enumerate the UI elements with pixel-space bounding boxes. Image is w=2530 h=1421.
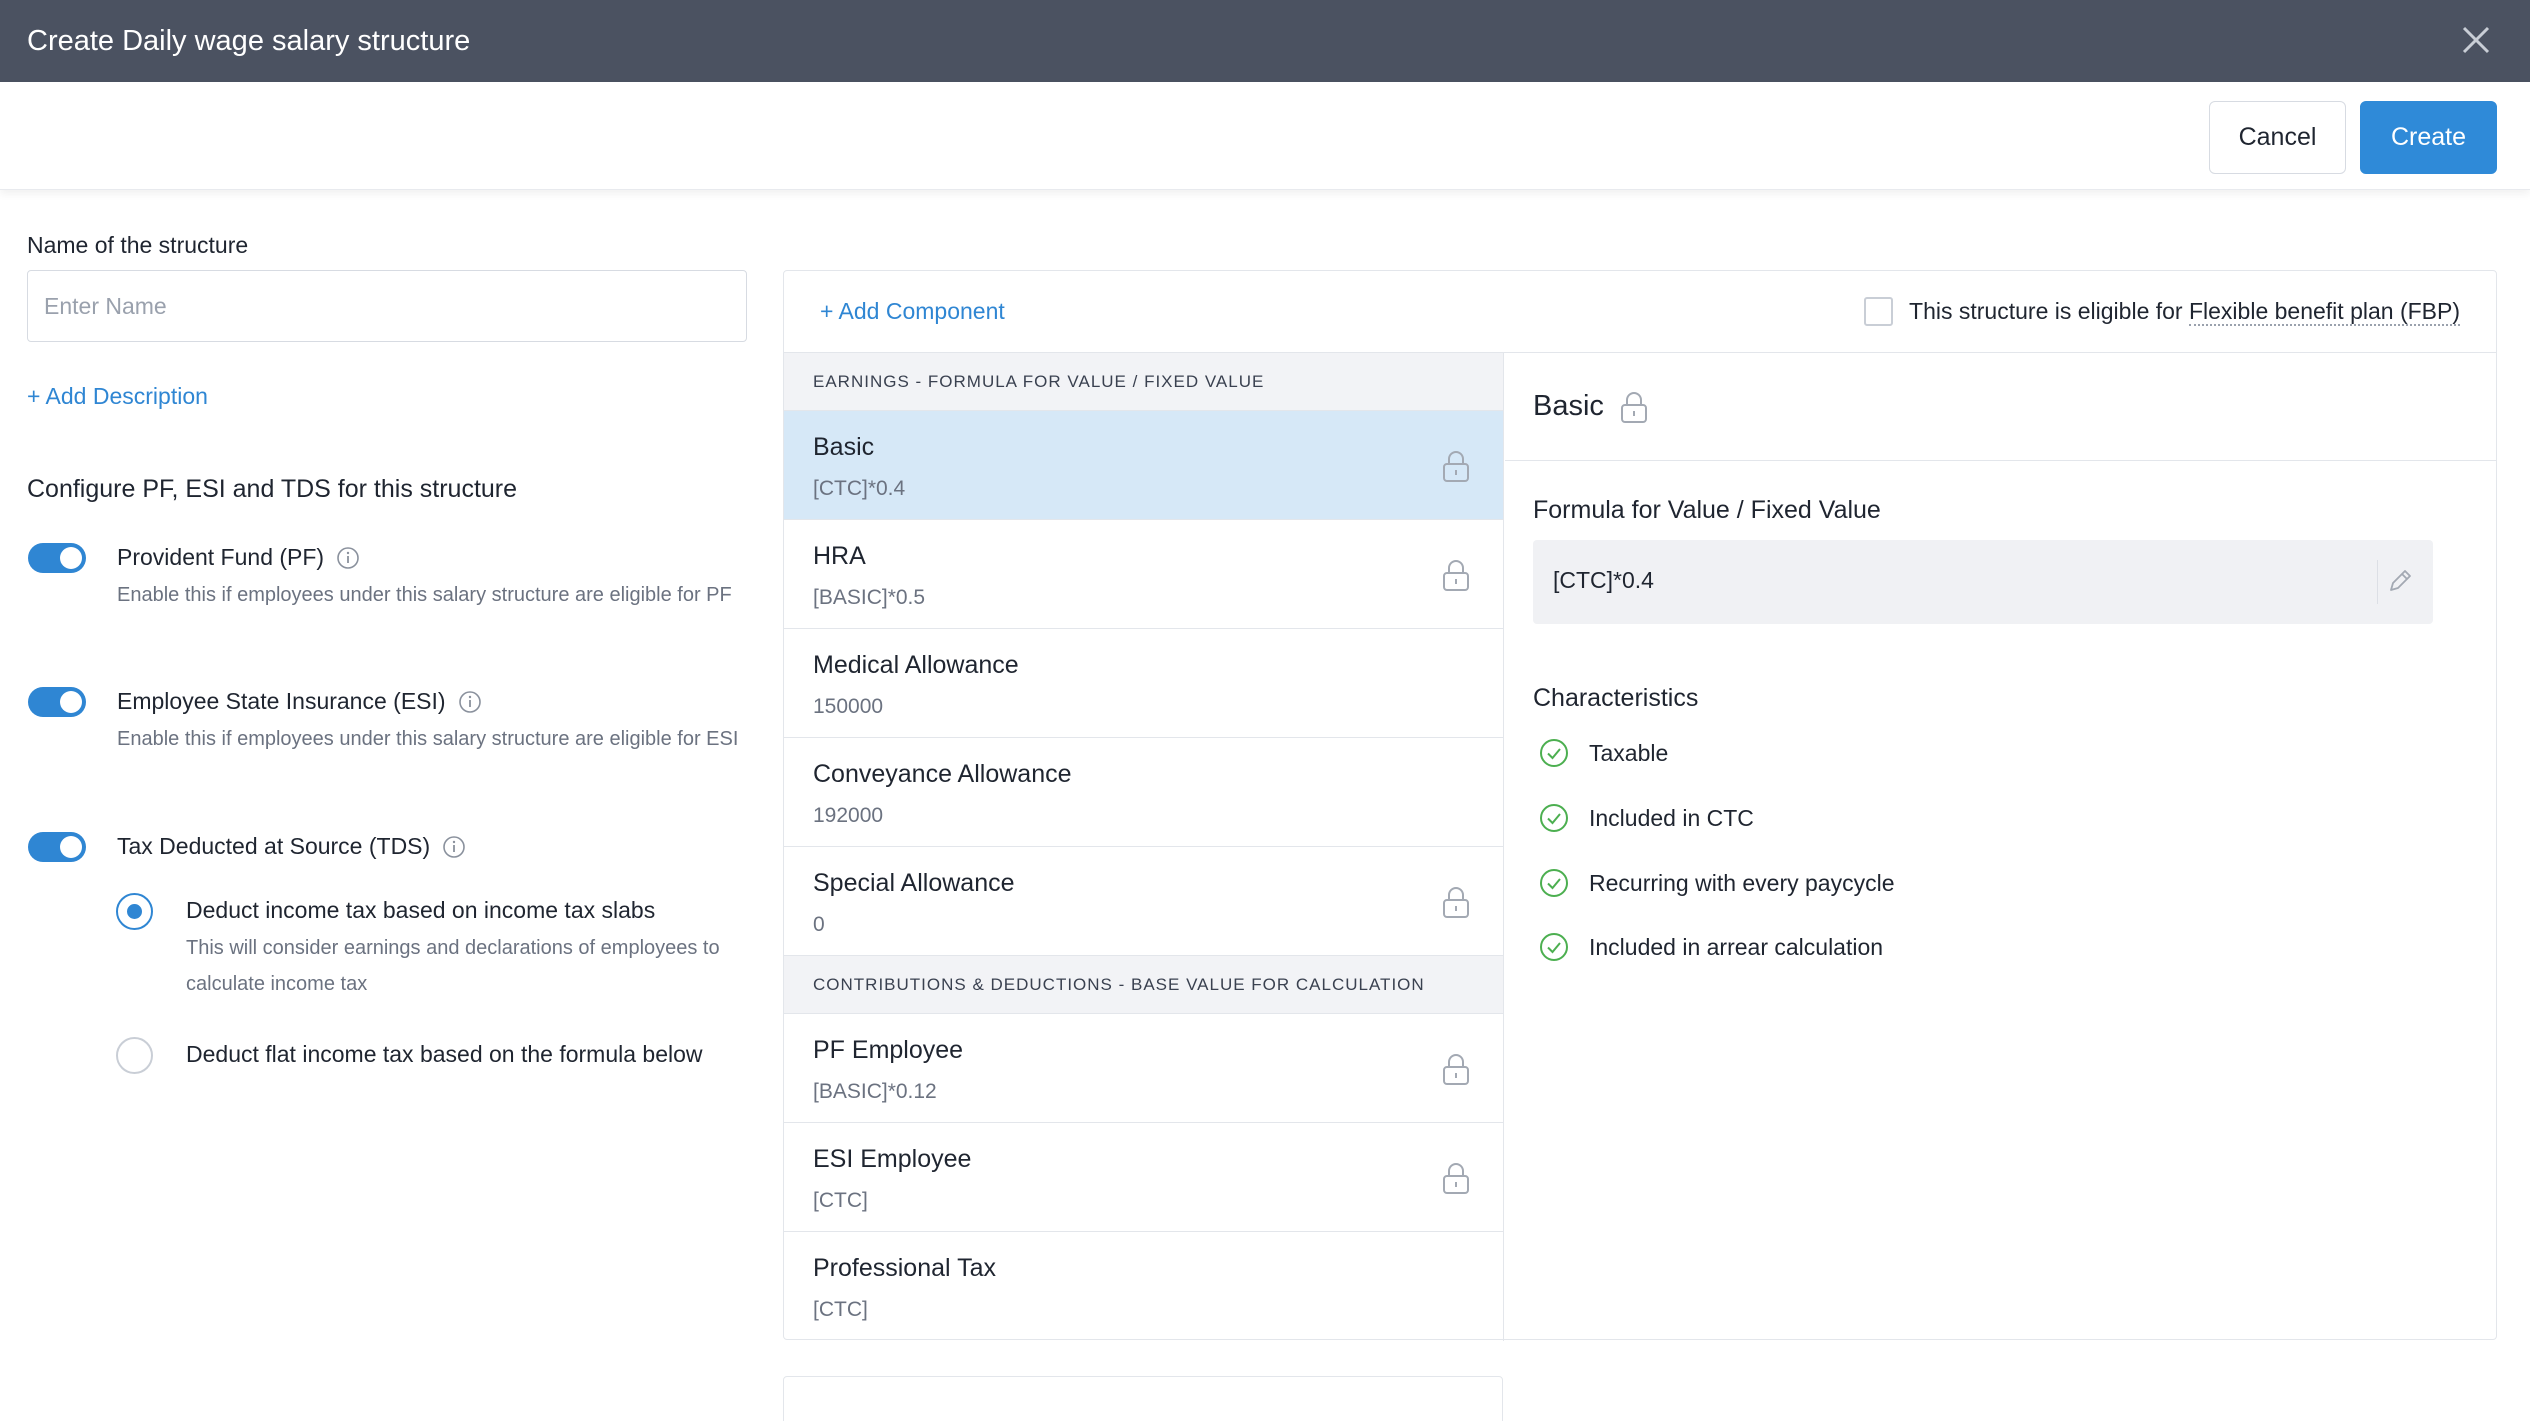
create-button[interactable]: Create <box>2360 101 2497 174</box>
check-circle-icon <box>1540 739 1568 767</box>
component-item-professional-tax[interactable]: Professional Tax [CTC] <box>784 1232 1503 1341</box>
dialog-title: Create Daily wage salary structure <box>27 24 471 57</box>
next-section-card <box>783 1376 1503 1421</box>
component-name: HRA <box>813 542 866 570</box>
component-list: EARNINGS - FORMULA FOR VALUE / FIXED VAL… <box>784 353 1504 1341</box>
pf-description: Enable this if employees under this sala… <box>117 584 732 606</box>
pf-title: Provident Fund (PF) <box>117 544 325 570</box>
structure-name-input[interactable] <box>27 270 747 342</box>
formula-divider <box>2377 560 2378 604</box>
characteristic-label: Included in arrear calculation <box>1589 933 1884 960</box>
component-detail: Basic Formula for Value / Fixed Value [C… <box>1505 353 2497 1341</box>
component-item-medical-allowance[interactable]: Medical Allowance 150000 <box>784 629 1503 738</box>
esi-description: Enable this if employees under this sala… <box>117 728 739 750</box>
tds-title: Tax Deducted at Source (TDS) <box>117 833 431 859</box>
lock-icon <box>1443 1163 1469 1194</box>
component-item-basic[interactable]: Basic [CTC]*0.4 <box>784 411 1503 520</box>
component-name: PF Employee <box>813 1036 964 1064</box>
lock-icon <box>1443 560 1469 591</box>
component-name: ESI Employee <box>813 1145 972 1173</box>
configure-section-title: Configure PF, ESI and TDS for this struc… <box>27 475 518 503</box>
component-item-conveyance-allowance[interactable]: Conveyance Allowance 192000 <box>784 738 1503 847</box>
fbp-label: This structure is eligible for <box>1909 298 2189 324</box>
component-value: [BASIC]*0.12 <box>813 1080 937 1103</box>
component-item-esi-employee[interactable]: ESI Employee [CTC] <box>784 1123 1503 1232</box>
fbp-checkbox[interactable] <box>1864 297 1894 326</box>
component-value: [CTC] <box>813 1189 868 1212</box>
characteristic-item: Taxable <box>1539 738 1668 768</box>
fbp-link[interactable]: Flexible benefit plan (FBP) <box>2188 298 2460 326</box>
info-icon[interactable] <box>442 835 466 859</box>
formula-field: [CTC]*0.4 <box>1533 540 2433 624</box>
pencil-icon[interactable] <box>2385 566 2415 596</box>
tds-slabs-title: Deduct income tax based on income tax sl… <box>186 897 656 923</box>
pf-option: Provident Fund (PF) <box>117 544 360 571</box>
component-name: Conveyance Allowance <box>813 760 1072 788</box>
esi-title: Employee State Insurance (ESI) <box>117 688 446 714</box>
component-value: [CTC]*0.4 <box>813 477 906 500</box>
check-circle-icon <box>1540 933 1568 961</box>
name-label: Name of the structure <box>27 232 249 258</box>
component-name: Basic <box>813 433 875 461</box>
close-icon[interactable] <box>2458 22 2494 58</box>
action-bar: Cancel Create <box>0 82 2530 190</box>
tds-option: Tax Deducted at Source (TDS) <box>117 833 466 860</box>
component-item-pf-employee[interactable]: PF Employee [BASIC]*0.12 <box>784 1014 1503 1123</box>
characteristics-label: Characteristics <box>1533 684 1699 712</box>
lock-icon <box>1443 1054 1469 1085</box>
detail-header: Basic <box>1505 353 2497 461</box>
components-panel: + Add Component This structure is eligib… <box>783 270 2497 1341</box>
component-value: [BASIC]*0.5 <box>813 586 926 609</box>
component-value: 0 <box>813 913 825 936</box>
cancel-button[interactable]: Cancel <box>2209 101 2346 174</box>
components-panel-header: + Add Component This structure is eligib… <box>784 271 2496 353</box>
earnings-header: EARNINGS - FORMULA FOR VALUE / FIXED VAL… <box>784 353 1503 411</box>
characteristic-label: Taxable <box>1589 739 1669 766</box>
tds-slabs-radio[interactable] <box>116 893 153 930</box>
esi-option: Employee State Insurance (ESI) <box>117 688 482 715</box>
characteristic-item: Included in arrear calculation <box>1539 932 1883 962</box>
tds-toggle[interactable] <box>28 832 86 862</box>
component-item-special-allowance[interactable]: Special Allowance 0 <box>784 847 1503 956</box>
pf-toggle[interactable] <box>28 543 86 573</box>
fbp-eligibility: This structure is eligible for Flexible … <box>1864 297 2460 326</box>
info-icon[interactable] <box>458 690 482 714</box>
characteristic-item: Included in CTC <box>1539 803 1754 833</box>
characteristic-label: Included in CTC <box>1589 804 1754 831</box>
characteristic-item: Recurring with every paycycle <box>1539 868 1895 898</box>
component-name: Medical Allowance <box>813 651 1019 679</box>
tds-flat-title: Deduct flat income tax based on the form… <box>186 1041 703 1067</box>
lock-icon <box>1443 451 1469 482</box>
formula-label: Formula for Value / Fixed Value <box>1533 496 1881 524</box>
component-value: [CTC] <box>813 1298 868 1321</box>
component-name: Special Allowance <box>813 869 1015 897</box>
component-value: 192000 <box>813 804 884 827</box>
tds-flat-radio[interactable] <box>116 1037 153 1074</box>
check-circle-icon <box>1540 804 1568 832</box>
lock-icon <box>1443 887 1469 918</box>
add-component-link[interactable]: + Add Component <box>820 298 1005 325</box>
info-icon[interactable] <box>336 546 360 570</box>
deductions-header: CONTRIBUTIONS & DEDUCTIONS - BASE VALUE … <box>784 956 1503 1014</box>
characteristic-label: Recurring with every paycycle <box>1589 869 1895 896</box>
component-name: Professional Tax <box>813 1254 996 1282</box>
tds-slabs-description: This will consider earnings and declarat… <box>186 937 720 995</box>
detail-title: Basic <box>1533 390 1604 422</box>
component-item-hra[interactable]: HRA [BASIC]*0.5 <box>784 520 1503 629</box>
check-circle-icon <box>1540 869 1568 897</box>
add-description-link[interactable]: + Add Description <box>27 383 208 410</box>
esi-toggle[interactable] <box>28 687 86 717</box>
formula-value: [CTC]*0.4 <box>1553 567 1654 593</box>
component-value: 150000 <box>813 695 884 718</box>
title-bar: Create Daily wage salary structure <box>0 0 2530 82</box>
lock-icon <box>1620 391 1647 423</box>
